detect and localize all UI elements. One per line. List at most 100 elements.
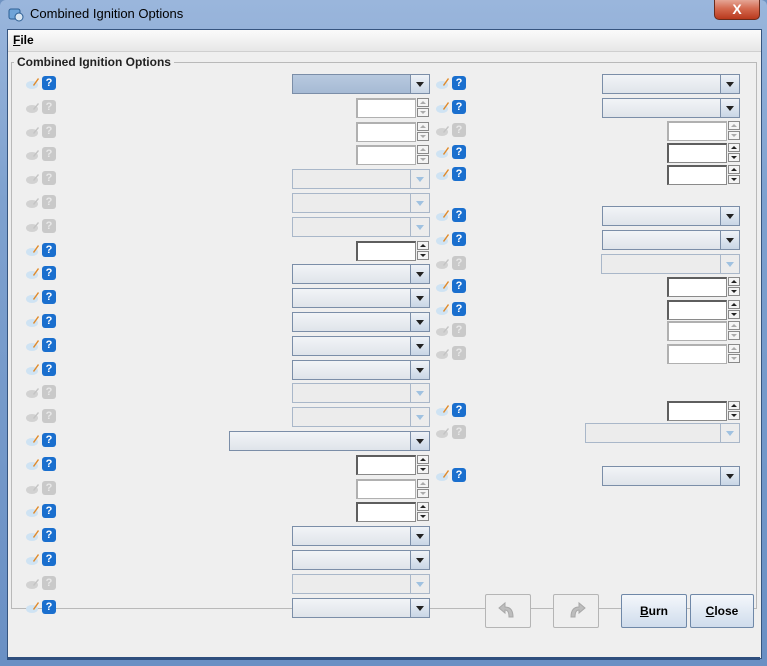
spark-hardware-in-use-dropdown[interactable] bbox=[292, 336, 430, 356]
spin-down-icon[interactable] bbox=[417, 155, 429, 164]
edit-pencil-icon[interactable] bbox=[436, 469, 450, 481]
edit-pencil-icon[interactable] bbox=[26, 553, 40, 565]
help-icon[interactable]: ? bbox=[452, 208, 466, 222]
menu-file[interactable]: File bbox=[13, 33, 34, 47]
chevron-down-icon[interactable] bbox=[410, 75, 429, 93]
undo-button[interactable] bbox=[485, 594, 531, 628]
spin-down-icon[interactable] bbox=[417, 489, 429, 498]
spin-up-icon[interactable] bbox=[417, 241, 429, 250]
edit-pencil-icon[interactable] bbox=[26, 434, 40, 446]
cranking-advance-degrees-input[interactable] bbox=[667, 165, 727, 185]
dwell-time-ms-input[interactable] bbox=[667, 321, 727, 341]
spin-down-icon[interactable] bbox=[728, 175, 740, 184]
chevron-down-icon[interactable] bbox=[410, 313, 429, 331]
spin-down-icon[interactable] bbox=[728, 287, 740, 296]
spin-down-icon[interactable] bbox=[728, 153, 740, 162]
spin-down-icon[interactable] bbox=[417, 465, 429, 474]
edit-pencil-icon[interactable] bbox=[436, 209, 450, 221]
help-icon[interactable]: ? bbox=[42, 457, 56, 471]
ford-tfi-options-dropdown[interactable] bbox=[292, 193, 430, 213]
spin-up-icon[interactable] bbox=[728, 143, 740, 152]
help-icon[interactable]: ? bbox=[452, 232, 466, 246]
toyota-multiplex-dropdown[interactable] bbox=[602, 206, 740, 226]
chevron-down-icon[interactable] bbox=[410, 265, 429, 283]
help-icon[interactable]: ? bbox=[42, 528, 56, 542]
chevron-down-icon[interactable] bbox=[410, 551, 429, 569]
redo-button[interactable] bbox=[553, 594, 599, 628]
edit-pencil-icon[interactable] bbox=[26, 458, 40, 470]
edit-pencil-icon[interactable] bbox=[436, 101, 450, 113]
close-button[interactable]: Close bbox=[690, 594, 754, 628]
middle-led-indicator-dropdown[interactable] bbox=[585, 423, 740, 443]
flip-polarity-on-hi-res-tach-dropdown[interactable] bbox=[292, 407, 430, 427]
chevron-down-icon[interactable] bbox=[410, 432, 429, 450]
spin-up-icon[interactable] bbox=[417, 145, 429, 154]
window-close-button[interactable]: X bbox=[714, 0, 760, 20]
spin-up-icon[interactable] bbox=[728, 321, 740, 330]
spin-down-icon[interactable] bbox=[417, 108, 429, 117]
chevron-down-icon[interactable] bbox=[410, 194, 429, 212]
dwell-duty-input[interactable] bbox=[667, 344, 727, 364]
cam-input-if-used-dropdown[interactable] bbox=[292, 360, 430, 380]
trigger-angle-offset-deg-input[interactable] bbox=[356, 98, 416, 118]
edit-pencil-icon[interactable] bbox=[436, 77, 450, 89]
spark-output-dropdown[interactable] bbox=[292, 288, 430, 308]
trigger-wheel-arrangement-dropdown[interactable] bbox=[229, 431, 430, 451]
spin-down-icon[interactable] bbox=[728, 331, 740, 340]
ignition-input-capture-dropdown[interactable] bbox=[292, 264, 430, 284]
spin-up-icon[interactable] bbox=[728, 121, 740, 130]
chevron-down-icon[interactable] bbox=[410, 361, 429, 379]
edit-pencil-icon[interactable] bbox=[436, 168, 450, 180]
chevron-down-icon[interactable] bbox=[410, 575, 429, 593]
spin-down-icon[interactable] bbox=[417, 132, 429, 141]
spark-mode-dizzy-edis-wheel-dropdown[interactable] bbox=[292, 74, 430, 94]
help-icon[interactable]: ? bbox=[42, 362, 56, 376]
chevron-down-icon[interactable] bbox=[720, 207, 739, 225]
chevron-down-icon[interactable] bbox=[410, 289, 429, 307]
help-icon[interactable]: ? bbox=[452, 100, 466, 114]
trigger-wheel-teeth-teeth-input[interactable] bbox=[356, 455, 416, 475]
spin-up-icon[interactable] bbox=[728, 165, 740, 174]
missing-teeth-teeth-input[interactable] bbox=[356, 479, 416, 499]
nominal-dwell-ms-input[interactable] bbox=[667, 277, 727, 297]
chevron-down-icon[interactable] bbox=[410, 527, 429, 545]
spin-up-icon[interactable] bbox=[417, 455, 429, 464]
help-icon[interactable]: ? bbox=[452, 145, 466, 159]
oddfire-first-angle-input[interactable] bbox=[356, 145, 416, 165]
help-icon[interactable]: ? bbox=[42, 600, 56, 614]
edit-pencil-icon[interactable] bbox=[26, 267, 40, 279]
chevron-down-icon[interactable] bbox=[720, 255, 739, 273]
spin-up-icon[interactable] bbox=[417, 122, 429, 131]
tooth-1-angle-deg-btdc-input[interactable] bbox=[356, 502, 416, 522]
skip-pulses-input[interactable] bbox=[356, 241, 416, 261]
edit-pencil-icon[interactable] bbox=[436, 303, 450, 315]
chevron-down-icon[interactable] bbox=[410, 384, 429, 402]
chevron-down-icon[interactable] bbox=[410, 218, 429, 236]
help-icon[interactable]: ? bbox=[42, 552, 56, 566]
chevron-down-icon[interactable] bbox=[410, 408, 429, 426]
spin-down-icon[interactable] bbox=[417, 512, 429, 521]
chevron-down-icon[interactable] bbox=[720, 99, 739, 117]
spin-up-icon[interactable] bbox=[417, 502, 429, 511]
spin-up-icon[interactable] bbox=[417, 479, 429, 488]
help-icon[interactable]: ? bbox=[42, 504, 56, 518]
spark-duration-ms-input[interactable] bbox=[667, 300, 727, 320]
spin-down-icon[interactable] bbox=[417, 251, 429, 260]
edit-pencil-icon[interactable] bbox=[26, 77, 40, 89]
help-icon[interactable]: ? bbox=[452, 403, 466, 417]
burn-button[interactable]: Burn bbox=[621, 594, 687, 628]
help-icon[interactable]: ? bbox=[42, 433, 56, 447]
help-icon[interactable]: ? bbox=[452, 302, 466, 316]
help-icon[interactable]: ? bbox=[452, 167, 466, 181]
help-icon[interactable]: ? bbox=[42, 243, 56, 257]
cranking-dwell-ms-input[interactable] bbox=[667, 143, 727, 163]
edit-pencil-icon[interactable] bbox=[26, 363, 40, 375]
timing-for-fixed-advance-degrees-input[interactable] bbox=[667, 121, 727, 141]
edit-pencil-icon[interactable] bbox=[26, 244, 40, 256]
edit-pencil-icon[interactable] bbox=[26, 505, 40, 517]
fixed-advance-dropdown[interactable] bbox=[602, 74, 740, 94]
chevron-down-icon[interactable] bbox=[720, 231, 739, 249]
spin-down-icon[interactable] bbox=[728, 411, 740, 420]
spin-down-icon[interactable] bbox=[728, 354, 740, 363]
level-for-phase-1-dropdown[interactable] bbox=[292, 574, 430, 594]
